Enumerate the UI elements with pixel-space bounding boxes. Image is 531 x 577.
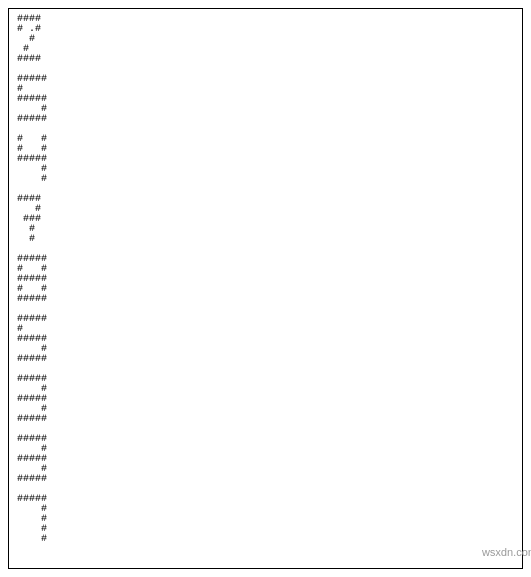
output-box: #### # .# # # #### ##### # ##### # #####… [8, 8, 523, 569]
watermark-text: wsxdn.com [482, 547, 531, 559]
ascii-digit-art: #### # .# # # #### ##### # ##### # #####… [17, 15, 514, 545]
